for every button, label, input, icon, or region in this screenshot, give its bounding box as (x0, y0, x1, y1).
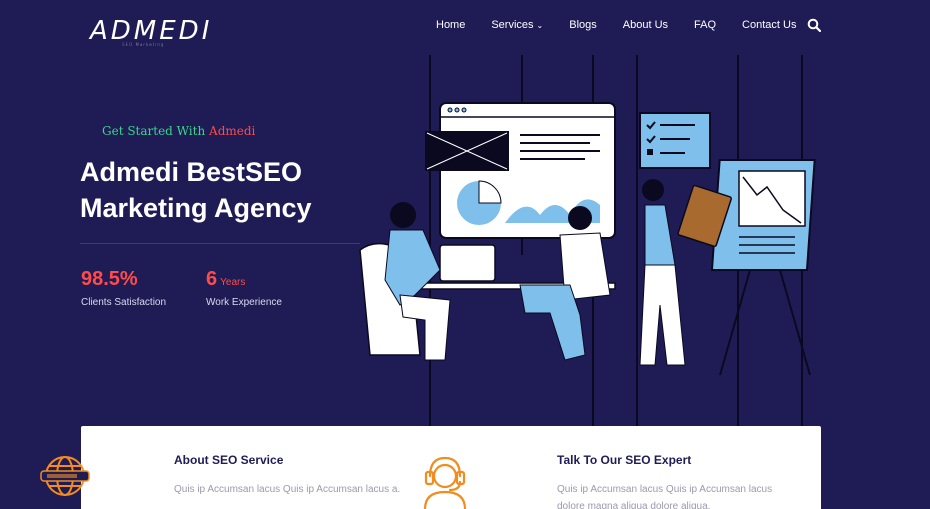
logo[interactable]: ADMEDI SEO Marketing (90, 16, 212, 47)
hero-title-line1: Admedi BestSEO (80, 157, 303, 187)
search-icon[interactable] (807, 18, 821, 32)
stat-value: 98.5% (81, 268, 138, 290)
stat-clients-satisfaction: 98.5% Clients Satisfaction (81, 268, 166, 308)
nav-about-us[interactable]: About Us (623, 19, 668, 31)
stat-unit: Years (220, 277, 246, 288)
service-title[interactable]: About SEO Service (174, 453, 283, 467)
hero-eyebrow: Get Started With Admedi (102, 124, 255, 138)
nav-faq[interactable]: FAQ (694, 19, 716, 31)
hero-title: Admedi BestSEO Marketing Agency (80, 154, 380, 226)
chevron-down-icon: ⌄ (536, 21, 544, 30)
hero-divider (80, 243, 360, 244)
service-text: Quis ip Accumsan lacus Quis ip Accumsan … (557, 484, 773, 509)
support-agent-icon (423, 456, 467, 509)
nav-contact-us[interactable]: Contact Us (742, 19, 796, 31)
hero-illustration (359, 55, 816, 427)
eyebrow-brand: Admedi (209, 124, 256, 138)
nav-services-label: Services (491, 19, 534, 31)
nav-services[interactable]: Services ⌄ (491, 19, 543, 31)
eyebrow-prefix: Get Started With (102, 124, 206, 138)
stat-work-experience: 6 Years Work Experience (206, 268, 282, 308)
hero-title-line2: Marketing Agency (80, 193, 312, 223)
service-title[interactable]: Talk To Our SEO Expert (557, 453, 691, 467)
nav-home[interactable]: Home (436, 19, 465, 31)
logo-tagline: SEO Marketing (122, 42, 165, 47)
nav-blogs[interactable]: Blogs (569, 19, 597, 31)
stat-label: Clients Satisfaction (81, 297, 167, 308)
globe-icon (40, 456, 90, 496)
stat-value: 6 (206, 268, 218, 290)
stat-label: Work Experience (206, 297, 282, 308)
main-nav: Home Services ⌄ Blogs About Us FAQ Contac… (436, 19, 822, 31)
service-text: Quis ip Accumsan lacus Quis ip Accumsan … (174, 484, 401, 495)
